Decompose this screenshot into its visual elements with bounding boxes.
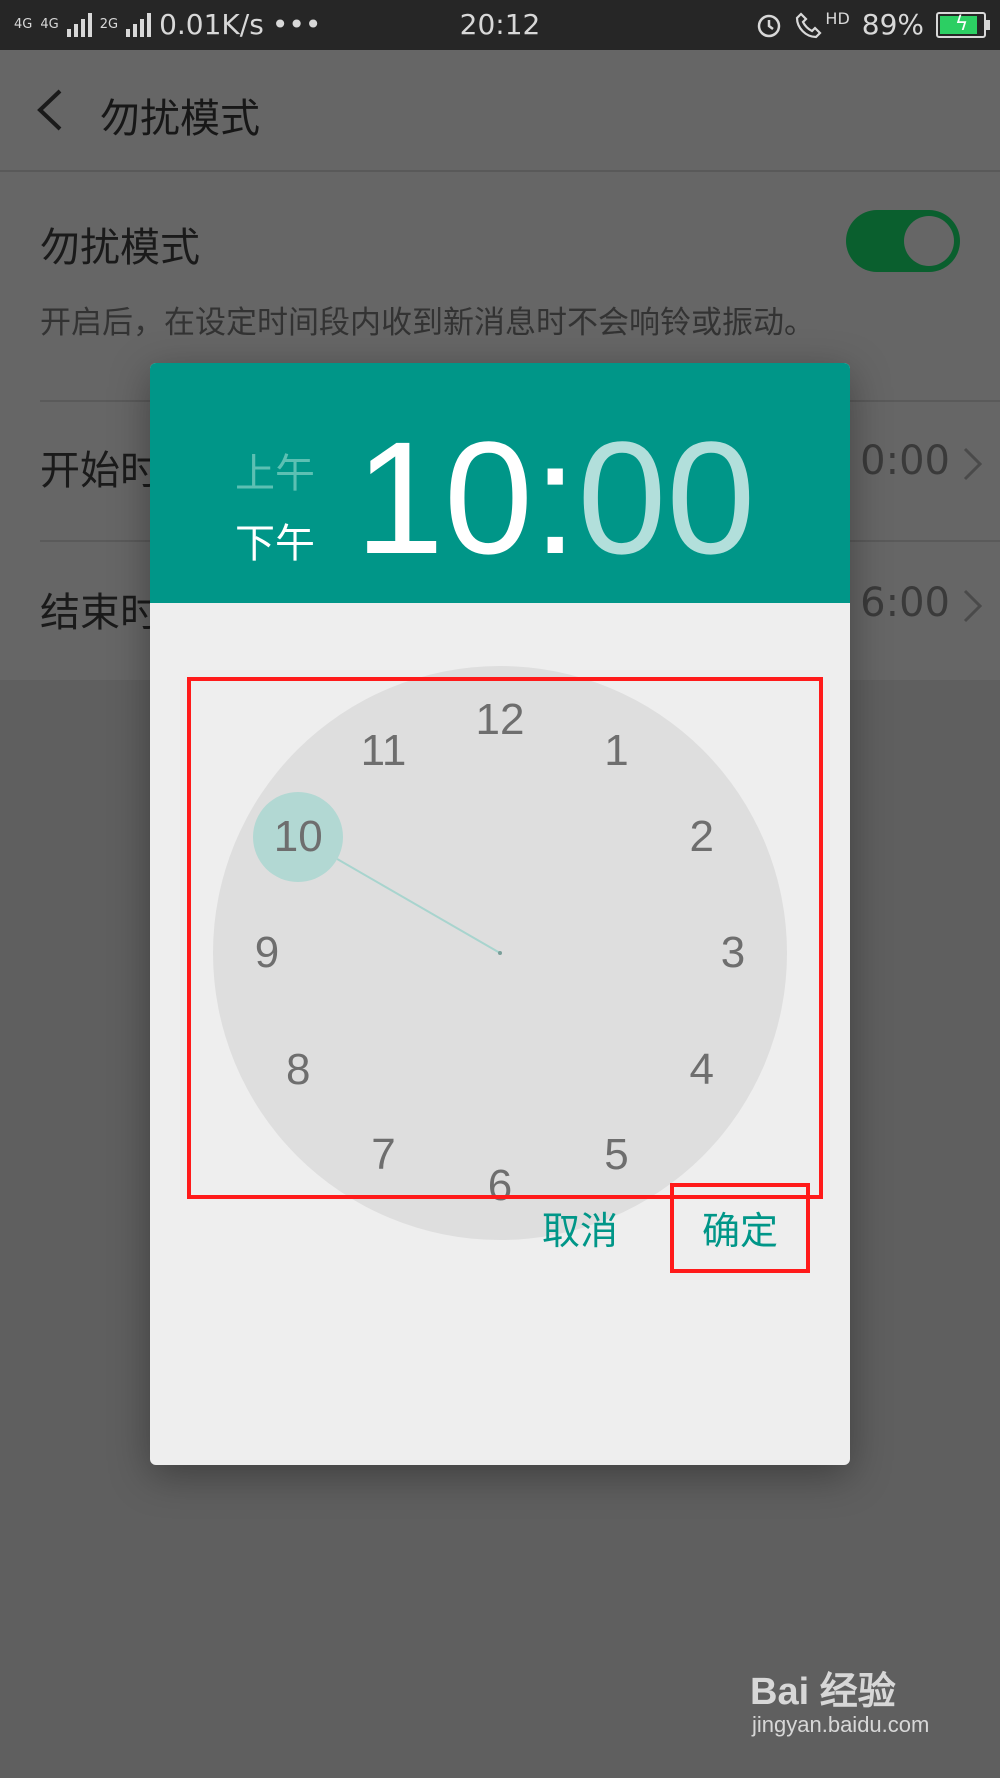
minute-display[interactable]: 00 <box>577 408 755 587</box>
watermark-url: jingyan.baidu.com <box>752 1712 930 1737</box>
battery-percent: 89% <box>861 8 924 41</box>
end-time-label[interactable]: 结束时 <box>40 580 160 638</box>
app-bar: 勿扰模式 <box>0 50 1000 172</box>
baidu-watermark: Bai 经验 jingyan.baidu.com <box>750 1660 950 1750</box>
charging-icon: ϟ <box>955 10 969 35</box>
dnd-description: 开启后，在设定时间段内收到新消息时不会响铃或振动。 <box>40 305 815 341</box>
time-picker-header: 上午 下午 10:00 <box>150 363 850 603</box>
battery-cap <box>986 19 990 30</box>
chevron-right-icon <box>963 589 983 623</box>
end-time-value[interactable]: 6:00 <box>860 580 950 626</box>
battery-icon: ϟ <box>936 10 990 38</box>
hd-badge: HD <box>825 9 850 28</box>
dnd-label: 勿扰模式 <box>40 225 200 271</box>
dnd-toggle[interactable] <box>846 210 960 272</box>
time-display: 10:00 <box>355 418 755 578</box>
chevron-right-icon <box>963 447 983 481</box>
status-bar: 4G 4G 2G 0.01K/s ••• 20:12 HD 89% ϟ <box>0 0 1000 50</box>
status-right: HD 89% ϟ <box>755 8 990 41</box>
start-time-label[interactable]: 开始时 <box>40 438 160 496</box>
back-arrow-icon[interactable] <box>30 85 70 135</box>
highlight-box-clock <box>187 677 823 1199</box>
cancel-button[interactable]: 取消 <box>542 1200 618 1255</box>
pm-option[interactable]: 下午 <box>235 511 315 569</box>
page-title: 勿扰模式 <box>100 96 260 142</box>
call-icon <box>796 11 822 38</box>
alarm-icon <box>758 14 781 37</box>
time-separator: : <box>532 408 578 587</box>
watermark-brand: Bai 经验 <box>750 1671 896 1713</box>
toggle-knob <box>904 216 954 266</box>
start-time-value[interactable]: 0:00 <box>860 438 950 484</box>
am-option[interactable]: 上午 <box>235 441 315 499</box>
hour-display[interactable]: 10 <box>355 408 533 587</box>
ok-button[interactable]: 确定 <box>702 1200 778 1255</box>
time-picker-dialog: 上午 下午 10:00 12 1 2 3 4 5 6 7 8 9 10 11 取消 确定 <box>150 363 850 1465</box>
